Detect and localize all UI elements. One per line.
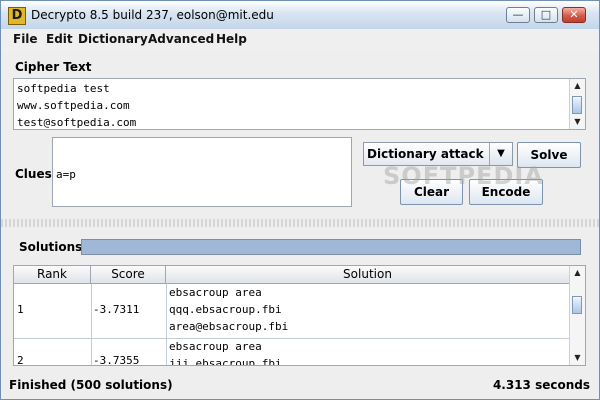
app-icon: D (8, 7, 26, 25)
cipher-text-label: Cipher Text (15, 60, 92, 74)
column-divider (91, 284, 92, 365)
menu-edit[interactable]: Edit (46, 32, 73, 46)
solutions-table: Rank Score Solution 1 -3.7311 ebsacroup … (13, 265, 586, 366)
scroll-thumb[interactable] (572, 296, 582, 314)
menu-file[interactable]: File (13, 32, 38, 46)
solutions-label: Solutions: (19, 240, 88, 254)
scroll-up-icon[interactable]: ▲ (572, 268, 583, 278)
row-2-rank[interactable]: 2 (17, 354, 24, 365)
column-header-score[interactable]: Score (91, 266, 166, 284)
attack-mode-value: Dictionary attack (367, 147, 484, 161)
row-2-score[interactable]: -3.7355 (93, 354, 139, 365)
menu-advanced[interactable]: Advanced (148, 32, 214, 46)
row-1-score[interactable]: -3.7311 (93, 303, 139, 316)
column-divider (166, 284, 167, 365)
close-button[interactable]: ✕ (562, 7, 586, 23)
scroll-down-icon[interactable]: ▼ (572, 353, 583, 363)
row-1-solution-line[interactable]: ebsacroup area (169, 286, 262, 299)
row-1-solution-line[interactable]: area@ebsacroup.fbi (169, 320, 288, 333)
row-divider (14, 338, 570, 339)
row-2-solution-line[interactable]: jjj.ebsacroup.fbi (169, 357, 282, 365)
clues-input[interactable]: a=p (52, 137, 352, 207)
minimize-button[interactable]: — (506, 7, 530, 23)
row-2-solution-line[interactable]: ebsacroup area (169, 340, 262, 353)
minimize-icon: — (512, 8, 524, 21)
split-divider[interactable] (1, 219, 599, 227)
row-1-solution-line[interactable]: qqq.ebsacroup.fbi (169, 303, 282, 316)
scroll-thumb[interactable] (572, 96, 582, 114)
cipher-line: test@softpedia.com (17, 116, 137, 129)
menu-help[interactable]: Help (216, 32, 247, 46)
cipher-line: softpedia test (17, 82, 110, 95)
column-header-rank[interactable]: Rank (14, 266, 91, 284)
close-icon: ✕ (569, 8, 579, 21)
menu-bar: File Edit Dictionary Advanced Help (1, 29, 599, 51)
maximize-button[interactable]: □ (534, 7, 558, 23)
solutions-scrollbar[interactable]: ▲ ▼ (569, 266, 585, 365)
maximize-icon: □ (540, 8, 552, 21)
cipher-line: www.softpedia.com (17, 99, 130, 112)
status-right: 4.313 seconds (492, 378, 590, 392)
clues-label: Clues (15, 167, 52, 181)
cipher-scrollbar[interactable]: ▲ ▼ (569, 79, 585, 129)
solutions-progress-bar (81, 239, 581, 255)
status-left: Finished (500 solutions) (9, 378, 173, 392)
scroll-down-icon[interactable]: ▼ (572, 117, 583, 127)
window-title: Decrypto 8.5 build 237, eolson@mit.edu (31, 8, 274, 22)
cipher-text-area[interactable]: softpedia test www.softpedia.com test@so… (13, 78, 586, 130)
clues-value: a=p (56, 168, 76, 181)
softpedia-watermark: SOFTPEDIA (383, 162, 544, 190)
column-header-solution[interactable]: Solution (166, 266, 570, 284)
title-bar: D Decrypto 8.5 build 237, eolson@mit.edu… (1, 1, 599, 30)
scroll-up-icon[interactable]: ▲ (572, 81, 583, 91)
decrypto-window: D Decrypto 8.5 build 237, eolson@mit.edu… (0, 0, 600, 400)
row-1-rank[interactable]: 1 (17, 303, 24, 316)
menu-dictionary[interactable]: Dictionary (78, 32, 148, 46)
